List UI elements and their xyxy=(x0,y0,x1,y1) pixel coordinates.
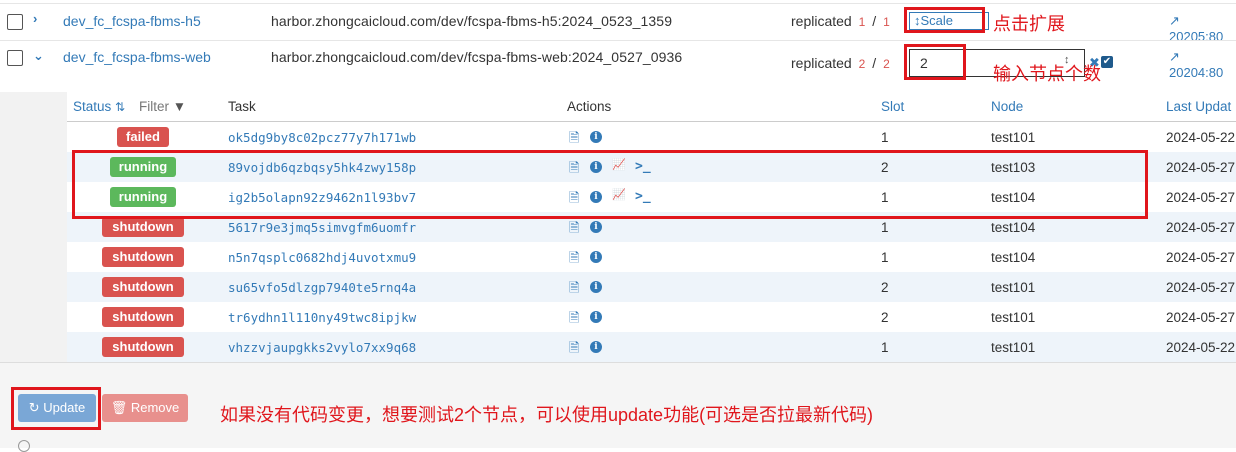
filter-label: Filter xyxy=(139,99,169,114)
external-link-icon: ↗ xyxy=(1169,13,1180,28)
replicas-desired: 2 xyxy=(883,57,890,71)
replication-mode: replicated xyxy=(791,13,852,29)
slot-value: 1 xyxy=(881,130,889,145)
node-value: test101 xyxy=(991,130,1036,145)
info-icon[interactable]: i xyxy=(590,281,602,293)
row-checkbox[interactable] xyxy=(7,50,23,66)
status-badge: shutdown xyxy=(102,247,184,267)
divider xyxy=(0,3,1236,4)
last-update-value: 2024-05-27 xyxy=(1166,160,1236,175)
replication-status: replicated 1 / 1 xyxy=(791,13,893,29)
service-name[interactable]: dev_fc_fcspa-fbms-web xyxy=(63,49,211,65)
task-id[interactable]: n5n7qsplc0682hdj4uvotxmu9 xyxy=(228,250,416,265)
replicas-desired: 1 xyxy=(883,15,890,29)
header-task: Task xyxy=(228,99,256,114)
node-value: test101 xyxy=(991,310,1036,325)
last-update-value: 2024-05-22 xyxy=(1166,130,1236,145)
logs-icon[interactable]: 🗎 xyxy=(569,339,579,361)
last-update-value: 2024-05-27 xyxy=(1166,190,1236,205)
replication-status: replicated 2 / 2 xyxy=(791,55,893,71)
replicas-separator: / xyxy=(872,13,877,29)
node-value: test104 xyxy=(991,250,1036,265)
annotation-update-hint: 如果没有代码变更，想要测试2个节点，可以使用update功能(可选是否拉最新代码… xyxy=(220,405,874,425)
last-update-value: 2024-05-27 xyxy=(1166,280,1236,295)
replicas-running: 1 xyxy=(858,15,866,29)
highlight-box xyxy=(904,44,966,80)
replicas-separator: / xyxy=(872,55,877,71)
header-filter[interactable]: Filter ▼ xyxy=(139,99,186,114)
task-id[interactable]: tr6ydhn1l110ny49twc8ipjkw xyxy=(228,310,416,325)
slot-value: 1 xyxy=(881,220,889,235)
service-image: harbor.zhongcaicloud.com/dev/fcspa-fbms-… xyxy=(271,49,683,65)
chevron-down-icon[interactable]: ⌄ xyxy=(33,48,44,64)
header-status[interactable]: Status ⇅ xyxy=(73,99,125,114)
node-value: test101 xyxy=(991,280,1036,295)
divider xyxy=(0,40,1236,41)
status-badge: shutdown xyxy=(102,307,184,327)
status-badge: shutdown xyxy=(102,337,184,357)
filter-icon[interactable]: ▼ xyxy=(173,99,186,114)
last-update-value: 2024-05-27 xyxy=(1166,220,1236,235)
status-badge: failed xyxy=(117,127,169,147)
trash-icon: 🗑 xyxy=(110,400,128,415)
info-icon[interactable]: i xyxy=(590,311,602,323)
node-value: test101 xyxy=(991,340,1036,355)
service-image: harbor.zhongcaicloud.com/dev/fcspa-fbms-… xyxy=(271,13,673,29)
header-last-update[interactable]: Last Updat xyxy=(1166,99,1231,114)
slot-value: 1 xyxy=(881,250,889,265)
last-update-value: 2024-05-27 xyxy=(1166,310,1236,325)
last-update-value: 2024-05-27 xyxy=(1166,250,1236,265)
replication-mode: replicated xyxy=(791,55,852,71)
task-id[interactable]: vhzzvjaupgkks2vylo7xx9q68 xyxy=(228,340,416,355)
node-value: test104 xyxy=(991,220,1036,235)
logs-icon[interactable]: 🗎 xyxy=(569,129,579,151)
highlight-box xyxy=(72,150,1148,219)
logs-icon[interactable]: 🗎 xyxy=(569,279,579,301)
service-name[interactable]: dev_fc_fcspa-fbms-h5 xyxy=(63,13,201,29)
status-badge: shutdown xyxy=(102,277,184,297)
slot-value: 2 xyxy=(881,280,889,295)
task-id[interactable]: 5617r9e3jmq5simvgfm6uomfr xyxy=(228,220,416,235)
replicas-running: 2 xyxy=(858,57,866,71)
last-update-value: 2024-05-22 xyxy=(1166,340,1236,355)
status-header-label: Status xyxy=(73,99,112,114)
highlight-box xyxy=(904,7,985,33)
port-link[interactable]: ↗ 20204:80 xyxy=(1169,49,1236,80)
remove-label: Remove xyxy=(130,400,180,415)
highlight-box xyxy=(11,387,101,430)
info-icon[interactable]: i xyxy=(590,341,602,353)
logs-icon[interactable]: 🗎 xyxy=(569,309,579,331)
port-text: 20205:80 xyxy=(1169,29,1224,44)
scroll-indicator xyxy=(18,440,30,452)
logs-icon[interactable]: 🗎 xyxy=(569,219,579,241)
external-link-icon: ↗ xyxy=(1169,49,1180,64)
port-text: 20204:80 xyxy=(1169,65,1224,80)
slot-value: 2 xyxy=(881,310,889,325)
header-node[interactable]: Node xyxy=(991,99,1023,114)
task-id[interactable]: ok5dg9by8c02pcz77y7h171wb xyxy=(228,130,416,145)
task-id[interactable]: su65vfo5dlzgp7940te5rnq4a xyxy=(228,280,416,295)
header-actions: Actions xyxy=(567,99,612,114)
annotation-enter-nodes: 输入节点个数 xyxy=(993,64,1101,84)
info-icon[interactable]: i xyxy=(590,221,602,233)
slot-value: 1 xyxy=(881,340,889,355)
info-icon[interactable]: i xyxy=(590,251,602,263)
info-icon[interactable]: i xyxy=(590,131,602,143)
row-checkbox[interactable] xyxy=(7,14,23,30)
sort-icon[interactable]: ⇅ xyxy=(115,100,125,114)
status-badge: shutdown xyxy=(102,217,184,237)
confirm-check-icon[interactable]: ✔ xyxy=(1101,56,1113,68)
logs-icon[interactable]: 🗎 xyxy=(569,249,579,271)
chevron-right-icon[interactable]: › xyxy=(33,11,37,26)
header-slot[interactable]: Slot xyxy=(881,99,904,114)
annotation-click-expand: 点击扩展 xyxy=(993,14,1065,34)
remove-button[interactable]: 🗑 Remove xyxy=(102,394,188,422)
